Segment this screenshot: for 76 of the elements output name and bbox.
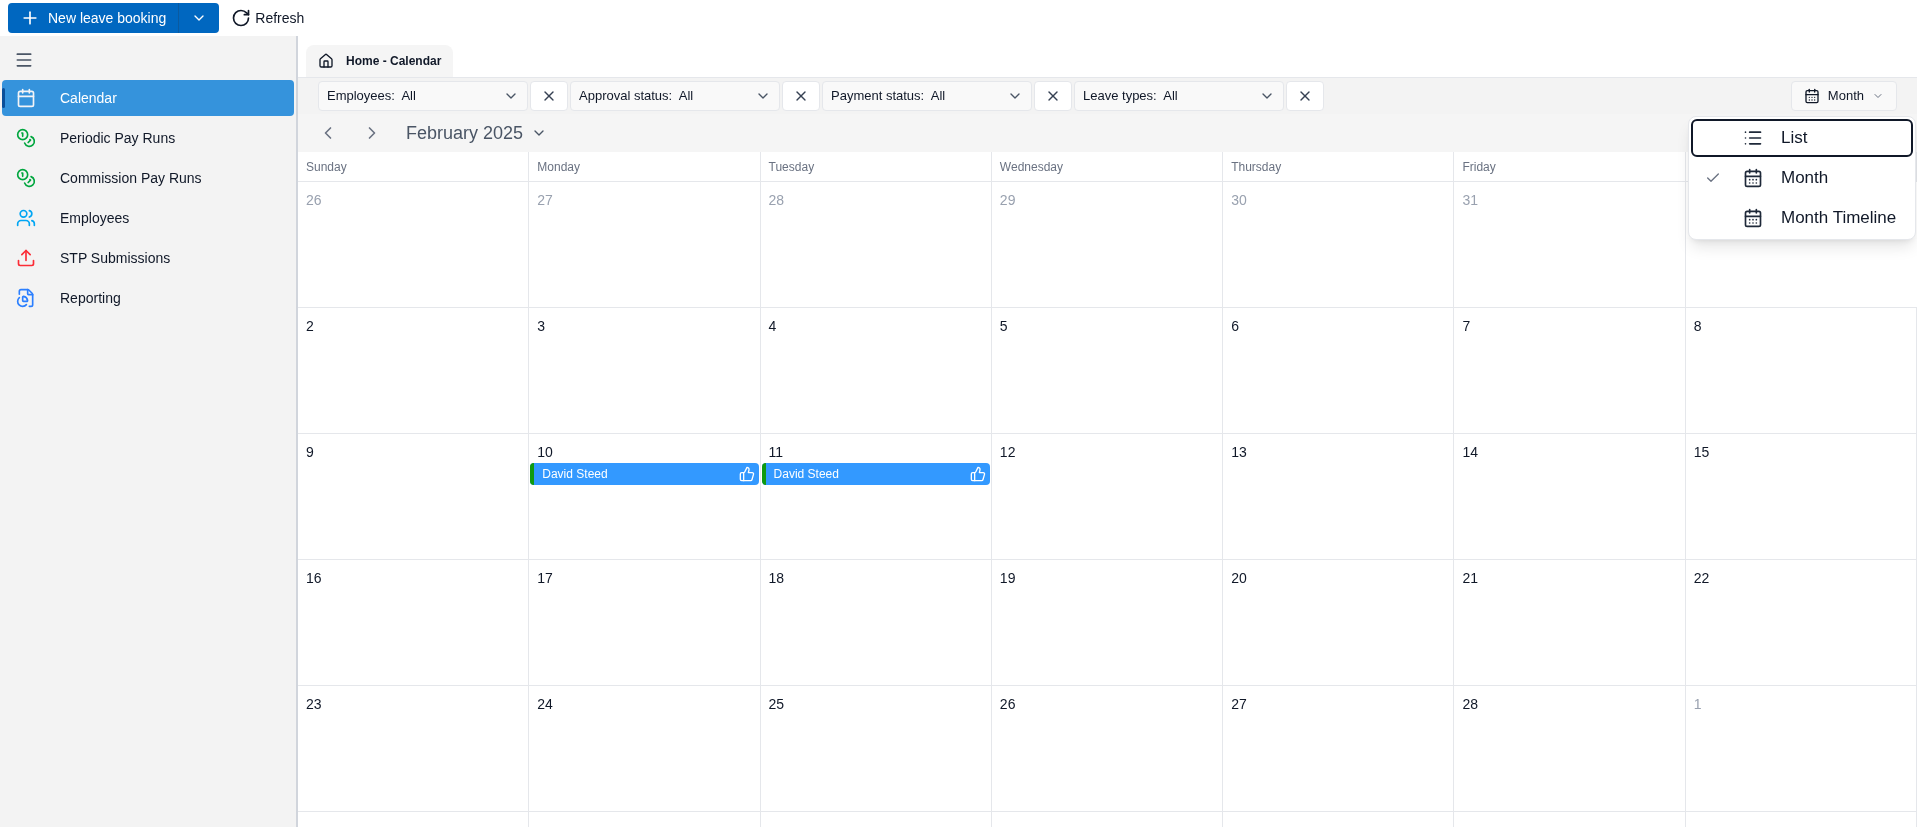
people-icon: [16, 208, 36, 228]
clear-filter-button[interactable]: [530, 81, 568, 111]
date-number: 10: [536, 443, 554, 462]
date-number: 11: [767, 443, 785, 462]
date-number: 6: [1230, 317, 1240, 336]
date-number: 27: [536, 191, 554, 210]
calendar-icon: [16, 88, 36, 108]
upload-icon: [16, 248, 36, 268]
event-title: David Steed: [541, 466, 609, 483]
list-icon: [1743, 128, 1763, 148]
date-number: 31: [1461, 191, 1479, 210]
sidebar-item[interactable]: STP Submissions: [2, 240, 294, 276]
weekday-header: Friday: [1462, 158, 1496, 176]
weekday-header: Tuesday: [768, 158, 815, 176]
event-title: David Steed: [772, 466, 840, 483]
filter-dropdown[interactable]: Approval status: All: [570, 81, 780, 111]
date-number: 12: [998, 443, 1017, 462]
view-menu-item[interactable]: List: [1691, 119, 1913, 157]
filter-dropdown[interactable]: Employees: All: [318, 81, 528, 111]
date-number: 3: [536, 317, 547, 336]
date-number: 27: [1230, 695, 1248, 714]
date-number: 29: [998, 191, 1017, 210]
date-number: 14: [1461, 443, 1479, 462]
date-number: 2: [305, 317, 315, 336]
sidebar-item[interactable]: Periodic Pay Runs: [2, 120, 294, 156]
date-number: 13: [1230, 443, 1248, 462]
weekday-header: Wednesday: [999, 158, 1063, 176]
home-calendar-tab[interactable]: Home - Calendar: [306, 45, 454, 77]
weekday-header: Thursday: [1231, 158, 1282, 176]
coins-icon: [16, 168, 36, 188]
date-number: 19: [998, 569, 1017, 588]
date-number: 17: [536, 569, 554, 588]
date-number: 4: [767, 317, 778, 336]
date-number: 28: [767, 191, 786, 210]
calendar-icon: [1803, 88, 1820, 104]
date-number: 26: [305, 191, 323, 210]
date-number: 22: [1692, 569, 1711, 588]
date-number: 26: [998, 695, 1017, 714]
thumbs-up-icon: [969, 466, 986, 482]
date-number: 28: [1461, 695, 1479, 714]
date-number: 15: [1692, 443, 1711, 462]
refresh-button[interactable]: Refresh: [231, 7, 305, 29]
sidebar-item[interactable]: Employees: [2, 200, 294, 236]
sidebar-item[interactable]: Reporting: [2, 280, 294, 316]
view-menu-item[interactable]: Month: [1691, 159, 1913, 197]
thumbs-up-icon: [738, 466, 755, 482]
date-number: 21: [1461, 569, 1479, 588]
filter-dropdown[interactable]: Payment status: All: [822, 81, 1032, 111]
view-menu-item[interactable]: Month Timeline: [1691, 199, 1913, 237]
calendar-icon: [1743, 168, 1763, 188]
date-number: 9: [305, 443, 315, 462]
calendar-icon: [1743, 208, 1763, 228]
clear-filter-button[interactable]: [1034, 81, 1072, 111]
date-number: 7: [1461, 317, 1472, 336]
date-number: 18: [767, 569, 786, 588]
date-number: 30: [1230, 191, 1248, 210]
weekday-header: Sunday: [306, 158, 347, 176]
sidebar-item[interactable]: Commission Pay Runs: [2, 160, 294, 196]
date-number: 23: [305, 695, 323, 714]
view-mode-button[interactable]: Month: [1790, 81, 1897, 111]
refresh-icon: [231, 8, 252, 28]
date-number: 1: [1692, 695, 1703, 714]
coins-icon: [16, 128, 36, 148]
filter-dropdown[interactable]: Leave types: All: [1074, 81, 1284, 111]
date-number: 16: [305, 569, 323, 588]
home-icon: [318, 53, 334, 69]
weekday-header: Monday: [537, 158, 580, 176]
clear-filter-button[interactable]: [782, 81, 820, 111]
date-number: 25: [767, 695, 786, 714]
date-number: 24: [536, 695, 554, 714]
date-number: 20: [1230, 569, 1248, 588]
report-icon: [16, 288, 36, 308]
month-picker[interactable]: February 2025: [406, 119, 548, 147]
clear-filter-button[interactable]: [1286, 81, 1324, 111]
date-number: 8: [1692, 317, 1703, 336]
date-number: 5: [998, 317, 1009, 336]
